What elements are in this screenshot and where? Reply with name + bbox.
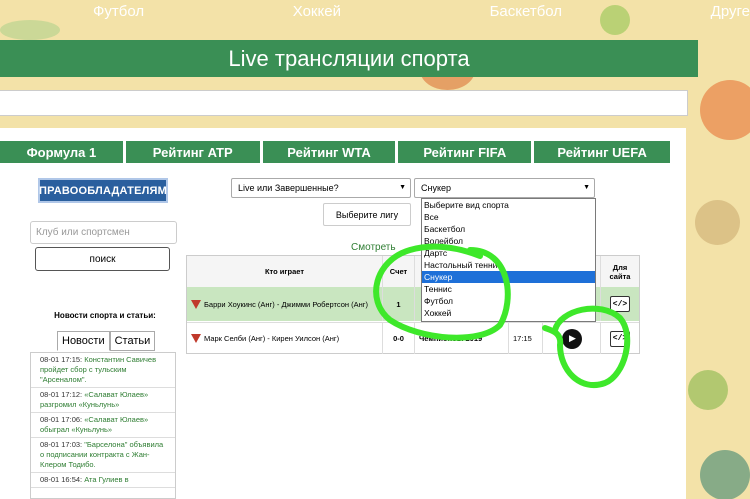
news-item[interactable]: 08-01 17:15: Константин Савичев пройдет … [31, 353, 175, 388]
tab-news[interactable]: Новости [57, 331, 110, 351]
nav-other[interactable]: Друге [711, 3, 750, 20]
match-score: 0-0 [383, 323, 415, 354]
dropdown-option[interactable]: Хоккей [422, 307, 595, 319]
match-score: 1 [383, 287, 415, 321]
snooker-icon [191, 334, 201, 343]
match-name[interactable]: Марк Селби (Анг) - Кирен Уилсон (Анг) [204, 334, 339, 343]
tab-rating-fifa[interactable]: Рейтинг FIFA [398, 141, 532, 163]
news-heading: Новости спорта и статьи: [54, 311, 156, 320]
chevron-down-icon: ▼ [583, 184, 590, 191]
dropdown-option-selected[interactable]: Снукер [422, 271, 595, 283]
match-name[interactable]: Барри Хоукинс (Анг) - Джимми Робертсон (… [204, 300, 368, 309]
dropdown-option[interactable]: Футбол [422, 295, 595, 307]
tab-rating-wta[interactable]: Рейтинг WTA [262, 141, 396, 163]
sport-select[interactable]: Снукер ▼ [414, 178, 595, 198]
chevron-down-icon: ▼ [399, 184, 406, 191]
table-row[interactable]: Марк Селби (Анг) - Кирен Уилсон (Анг) 0-… [187, 322, 639, 354]
news-text[interactable]: Ата Гулиев в [84, 475, 128, 484]
league-button[interactable]: Выберите лигу [323, 203, 411, 226]
dropdown-option[interactable]: Волейбол [422, 235, 595, 247]
match-cell: Марк Селби (Анг) - Кирен Уилсон (Анг) [187, 323, 383, 354]
header-score: Счет [383, 256, 415, 287]
news-time: 08-01 16:54: [40, 475, 83, 484]
news-time: 08-01 17:06: [40, 415, 83, 424]
news-time: 08-01 17:15: [40, 355, 83, 364]
news-tabs: Новости Статьи [57, 331, 156, 351]
embed-cell: </> [601, 323, 639, 354]
snooker-icon [191, 299, 201, 309]
page-title: Live трансляции спорта [0, 40, 698, 77]
tab-rating-uefa[interactable]: Рейтинг UEFA [534, 141, 670, 163]
news-time: 08-01 17:12: [40, 390, 83, 399]
sport-dropdown-list: Выберите вид спорта Все Баскетбол Волейб… [421, 198, 596, 322]
match-time: 17:15 [509, 323, 543, 354]
play-icon[interactable]: ▶ [561, 328, 582, 349]
copyright-holders-banner[interactable]: ПРАВООБЛАДАТЕЛЯМ [38, 178, 168, 203]
watch-cell: ▶ [543, 323, 601, 354]
tab-articles[interactable]: Статьи [109, 331, 156, 351]
dropdown-option[interactable]: Настольный теннис [422, 259, 595, 271]
news-item[interactable]: 08-01 17:06: «Салават Юлаев» обыграл «Ку… [31, 413, 175, 438]
match-cell: Барри Хоукинс (Анг) - Джимми Робертсон (… [187, 287, 383, 321]
sport-select-value: Снукер [421, 183, 452, 193]
embed-cell: </> [601, 287, 639, 321]
news-time: 08-01 17:03: [40, 440, 83, 449]
watch-link[interactable]: Смотреть [351, 242, 396, 253]
news-item[interactable]: 08-01 16:54: Ата Гулиев в [31, 473, 175, 488]
status-select[interactable]: Live или Завершенные? ▼ [231, 178, 411, 198]
match-league: Чемпионов. 2019 [415, 323, 509, 354]
category-tabs: Формула 1 Рейтинг ATP Рейтинг WTA Рейтин… [0, 141, 670, 163]
nav-hockey[interactable]: Хоккей [293, 3, 341, 20]
embed-code-icon[interactable]: </> [610, 296, 630, 312]
club-search-input[interactable]: Клуб или спортсмен [30, 221, 177, 244]
nav-basketball[interactable]: Баскетбол [490, 3, 563, 20]
embed-code-icon[interactable]: </> [610, 330, 630, 347]
header-embed: Для сайта [601, 256, 639, 287]
status-select-value: Live или Завершенные? [238, 183, 339, 193]
news-item[interactable]: 08-01 17:12: «Салават Юлаев» разгромил «… [31, 388, 175, 413]
dropdown-option[interactable]: Дартс [422, 247, 595, 259]
dropdown-option[interactable]: Все [422, 211, 595, 223]
site-search-bar[interactable] [0, 90, 688, 116]
top-navigation: Футбол Хоккей Баскетбол Друге [0, 0, 750, 22]
header-players: Кто играет [187, 256, 383, 287]
news-list: 08-01 17:15: Константин Савичев пройдет … [30, 352, 176, 499]
dropdown-option[interactable]: Теннис [422, 283, 595, 295]
dropdown-option[interactable]: Выберите вид спорта [422, 199, 595, 211]
dropdown-option[interactable]: Баскетбол [422, 223, 595, 235]
news-item[interactable]: 08-01 17:03: "Барселона" объявила о подп… [31, 438, 175, 473]
nav-football[interactable]: Футбол [93, 3, 144, 20]
tab-formula1[interactable]: Формула 1 [0, 141, 123, 163]
search-button[interactable]: поиск [35, 247, 170, 271]
tab-rating-atp[interactable]: Рейтинг ATP [125, 141, 260, 163]
